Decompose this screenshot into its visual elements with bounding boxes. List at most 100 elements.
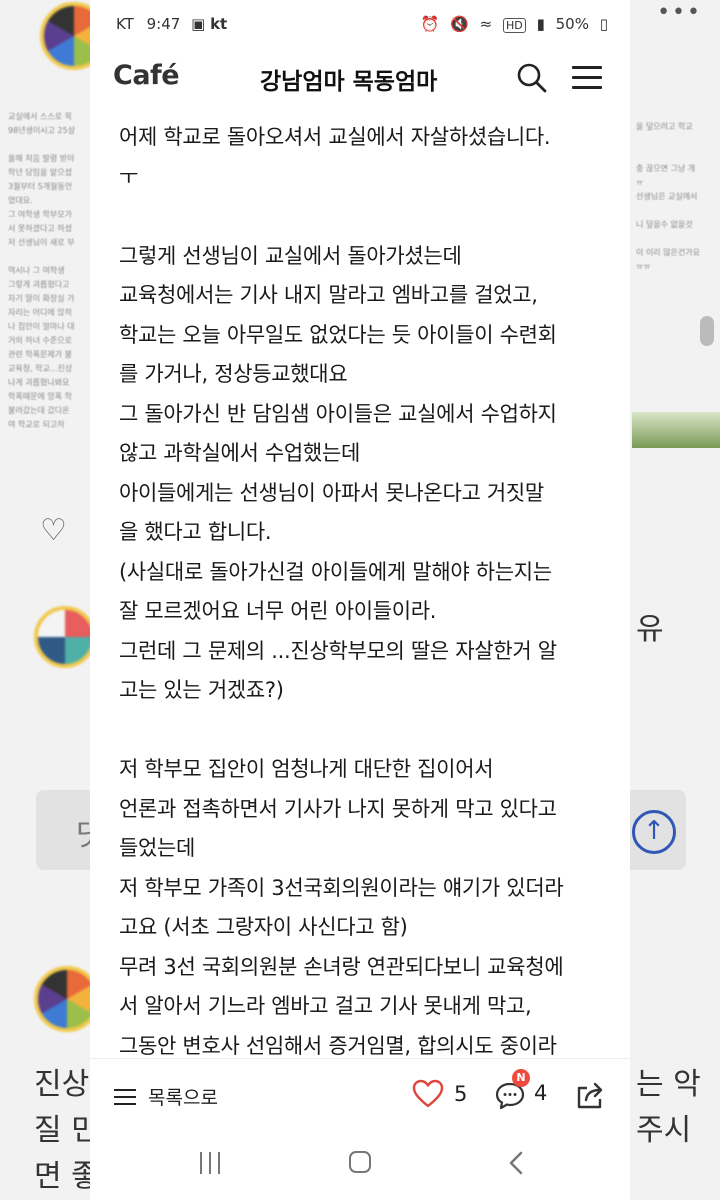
system-nav-bar <box>90 1130 630 1200</box>
background-text-line: 나게 괴롭혔나봐요 <box>8 378 70 387</box>
search-icon[interactable] <box>516 62 548 94</box>
article-line: 그런데 그 문제의 ...진상학부모의 딸은 자살한거 알 <box>119 638 557 663</box>
status-time: 9:47 <box>146 15 181 33</box>
background-text-line: 여 학교로 되고하 <box>8 420 65 429</box>
mute-icon: 🔇 <box>450 15 469 33</box>
bottom-toolbar: 목록으로 5 N 4 <box>90 1058 630 1131</box>
status-bar: KT 9:47 ▣ kt ⏰ 🔇 ≈ HD ▮ 50% ▯ <box>90 0 630 52</box>
like-button[interactable]: 5 <box>412 1079 467 1109</box>
heart-icon <box>412 1079 444 1108</box>
hd-icon: HD <box>503 18 526 33</box>
article-line: 어제 학교로 돌아오셔서 교실에서 자살하셨습니다. <box>119 125 551 149</box>
carrier-app-label: kt <box>210 15 228 33</box>
more-options-icon: ••• <box>657 0 702 25</box>
article-line: 학교는 오늘 아무일도 없었다는 듯 아이들이 수련회 <box>119 322 557 347</box>
background-text-line: ㅠㅠ <box>636 262 651 271</box>
comment-count: 4 <box>534 1081 548 1105</box>
background-text-line: 거의 하녀 수준으로 <box>8 336 72 345</box>
article-line: 고요 (서초 그랑자이 사신다고 함) <box>119 915 408 939</box>
background-text-line <box>8 138 88 152</box>
background-scroll-toggle <box>700 316 714 346</box>
background-title-right: 는 악 주시 <box>636 1062 701 1154</box>
battery-label: 50% <box>555 15 589 33</box>
article-line: 아이들에게는 선생님이 아파서 못나온다고 거짓말 <box>119 480 544 505</box>
app-bar: Café 강남엄마 목동엄마 <box>90 52 630 108</box>
background-text-right: 을 덮으려고 학교충 끊으면 그냥 개 ㅠ 선생님은 교실에서니 덮을수 없을것이 … <box>636 120 716 274</box>
background-text-line <box>636 232 716 246</box>
article-line: 않고 과학실에서 수업했는데 <box>119 441 360 465</box>
signal-icon: ▮ <box>536 15 545 33</box>
home-button[interactable] <box>349 1151 371 1173</box>
background-text-left: 교실에서 스스로 목 98년생이시고 25살 올해 처음 발령 받아 학년 담임을 맡… <box>8 110 88 432</box>
background-text-line: 그렇게 괴롭혔다고 <box>8 280 70 289</box>
background-text-line <box>636 134 716 148</box>
article-line: 언론과 접촉하면서 기사가 나지 못하게 막고 있다고 <box>119 796 557 821</box>
article-line: 들었는데 <box>119 836 196 860</box>
background-text-line <box>636 204 716 218</box>
background-text-line: 교육청, 학교...진상 <box>8 364 73 373</box>
background-text-line: ㅠ <box>636 178 644 187</box>
background-text-line: 을 덮으려고 학교 <box>636 122 693 131</box>
background-text-line: 3월부터 5개월동안 <box>8 182 73 191</box>
background-title-line: 는 악 <box>636 1067 701 1102</box>
article-line: 를 가거나, 정상등교했대요 <box>119 362 348 386</box>
article-line: (사실대로 돌아가신걸 아이들에게 말해야 하는지는 <box>119 559 552 584</box>
comment-icon-wrap: N <box>494 1069 530 1110</box>
cafe-logo[interactable]: Café <box>113 60 180 91</box>
back-to-list-label: 목록으로 <box>148 1087 218 1109</box>
background-heart-icon: ♡ <box>40 513 67 548</box>
article-line: 잘 모르겠어요 너무 어린 아이들이라. <box>119 599 437 623</box>
background-text-line: 그 여학생 학부모가 <box>8 210 72 219</box>
cafe-logo-text: Café <box>113 60 180 91</box>
background-text-fragment: 유 <box>636 612 664 647</box>
background-text-line: 불려갔는데 갔다온 <box>8 406 70 415</box>
background-text-line <box>636 148 716 162</box>
background-text-line: 올해 처음 발령 받아 <box>8 154 75 163</box>
background-text-line: 선생님은 교실에서 <box>636 192 698 201</box>
background-text-line: 자기 딸이 화장실 가 <box>8 294 75 303</box>
background-text-line: 니 덮을수 없을것 <box>636 220 693 229</box>
like-count: 5 <box>454 1082 468 1106</box>
menu-icon[interactable] <box>572 64 602 92</box>
article-line: 교육청에서는 기사 내지 말라고 엠바고를 걸었고, <box>119 283 538 307</box>
article-line: 서 알아서 기느라 엠바고 걸고 기사 못내게 막고, <box>119 994 532 1018</box>
article-line: 그렇게 선생님이 교실에서 돌아가셨는데 <box>119 243 462 268</box>
gallery-icon: ▣ <box>191 15 206 33</box>
background-thumbnail <box>632 412 720 448</box>
status-right: ⏰ 🔇 ≈ HD ▮ 50% ▯ <box>415 15 608 33</box>
recent-apps-button[interactable] <box>198 1152 222 1174</box>
background-text-line: 학폭때문에 앙폭 학 <box>8 392 72 401</box>
background-text-line: 충 끊으면 그냥 개 <box>636 164 696 173</box>
background-text-line: 98년생이시고 25살 <box>8 126 76 135</box>
background-scroll-up-icon: ↑ <box>632 810 676 854</box>
background-text-line: 나 집안이 얼마나 대 <box>8 322 75 331</box>
article-line: 저 학부모 가족이 3선국회의원이라는 얘기가 있더라 <box>119 875 564 900</box>
back-to-list-button[interactable]: 목록으로 <box>114 1083 218 1110</box>
comment-button[interactable]: N 4 <box>494 1069 548 1110</box>
carrier-label: KT <box>116 15 134 33</box>
article-line: 을 했다고 합니다. <box>119 520 272 544</box>
article-body: 어제 학교로 돌아오셔서 교실에서 자살하셨습니다. ㅜ 그렇게 선생님이 교실에서… <box>119 118 614 1058</box>
share-icon[interactable] <box>574 1079 606 1111</box>
article-line: 그 돌아가신 반 담임샘 아이들은 교실에서 수업하지 <box>119 401 557 426</box>
background-text-line: 이 이리 많은건가요 <box>636 248 700 257</box>
status-left: KT 9:47 ▣ kt <box>116 15 227 33</box>
wifi-icon: ≈ <box>479 15 493 33</box>
battery-icon: ▯ <box>599 15 608 33</box>
back-button[interactable] <box>504 1150 528 1176</box>
background-avatar <box>34 606 96 668</box>
article-line: 무려 3선 국회의원분 손녀랑 연관되다보니 교육청에 <box>119 954 564 979</box>
article-line: ㅜ <box>119 164 139 189</box>
phone-screen: KT 9:47 ▣ kt ⏰ 🔇 ≈ HD ▮ 50% ▯ Café 강남엄마 … <box>90 0 630 1200</box>
background-text-line <box>8 250 88 264</box>
background-text-line: 역시나 그 여학생 <box>8 266 65 275</box>
background-text-line: 교실에서 스스로 목 <box>8 112 72 121</box>
article-line: 고는 있는 거겠죠?) <box>119 678 284 702</box>
background-text-line: 관련 학폭문제가 불 <box>8 350 72 359</box>
list-icon <box>114 1087 138 1107</box>
background-title-line: 주시 <box>636 1113 692 1148</box>
article-line: 저 학부모 집안이 엄청나게 대단한 집이어서 <box>119 757 494 781</box>
cafe-title[interactable]: 강남엄마 목동엄마 <box>260 62 437 96</box>
background-text-line: 저 선생님이 새로 부 <box>8 238 75 247</box>
